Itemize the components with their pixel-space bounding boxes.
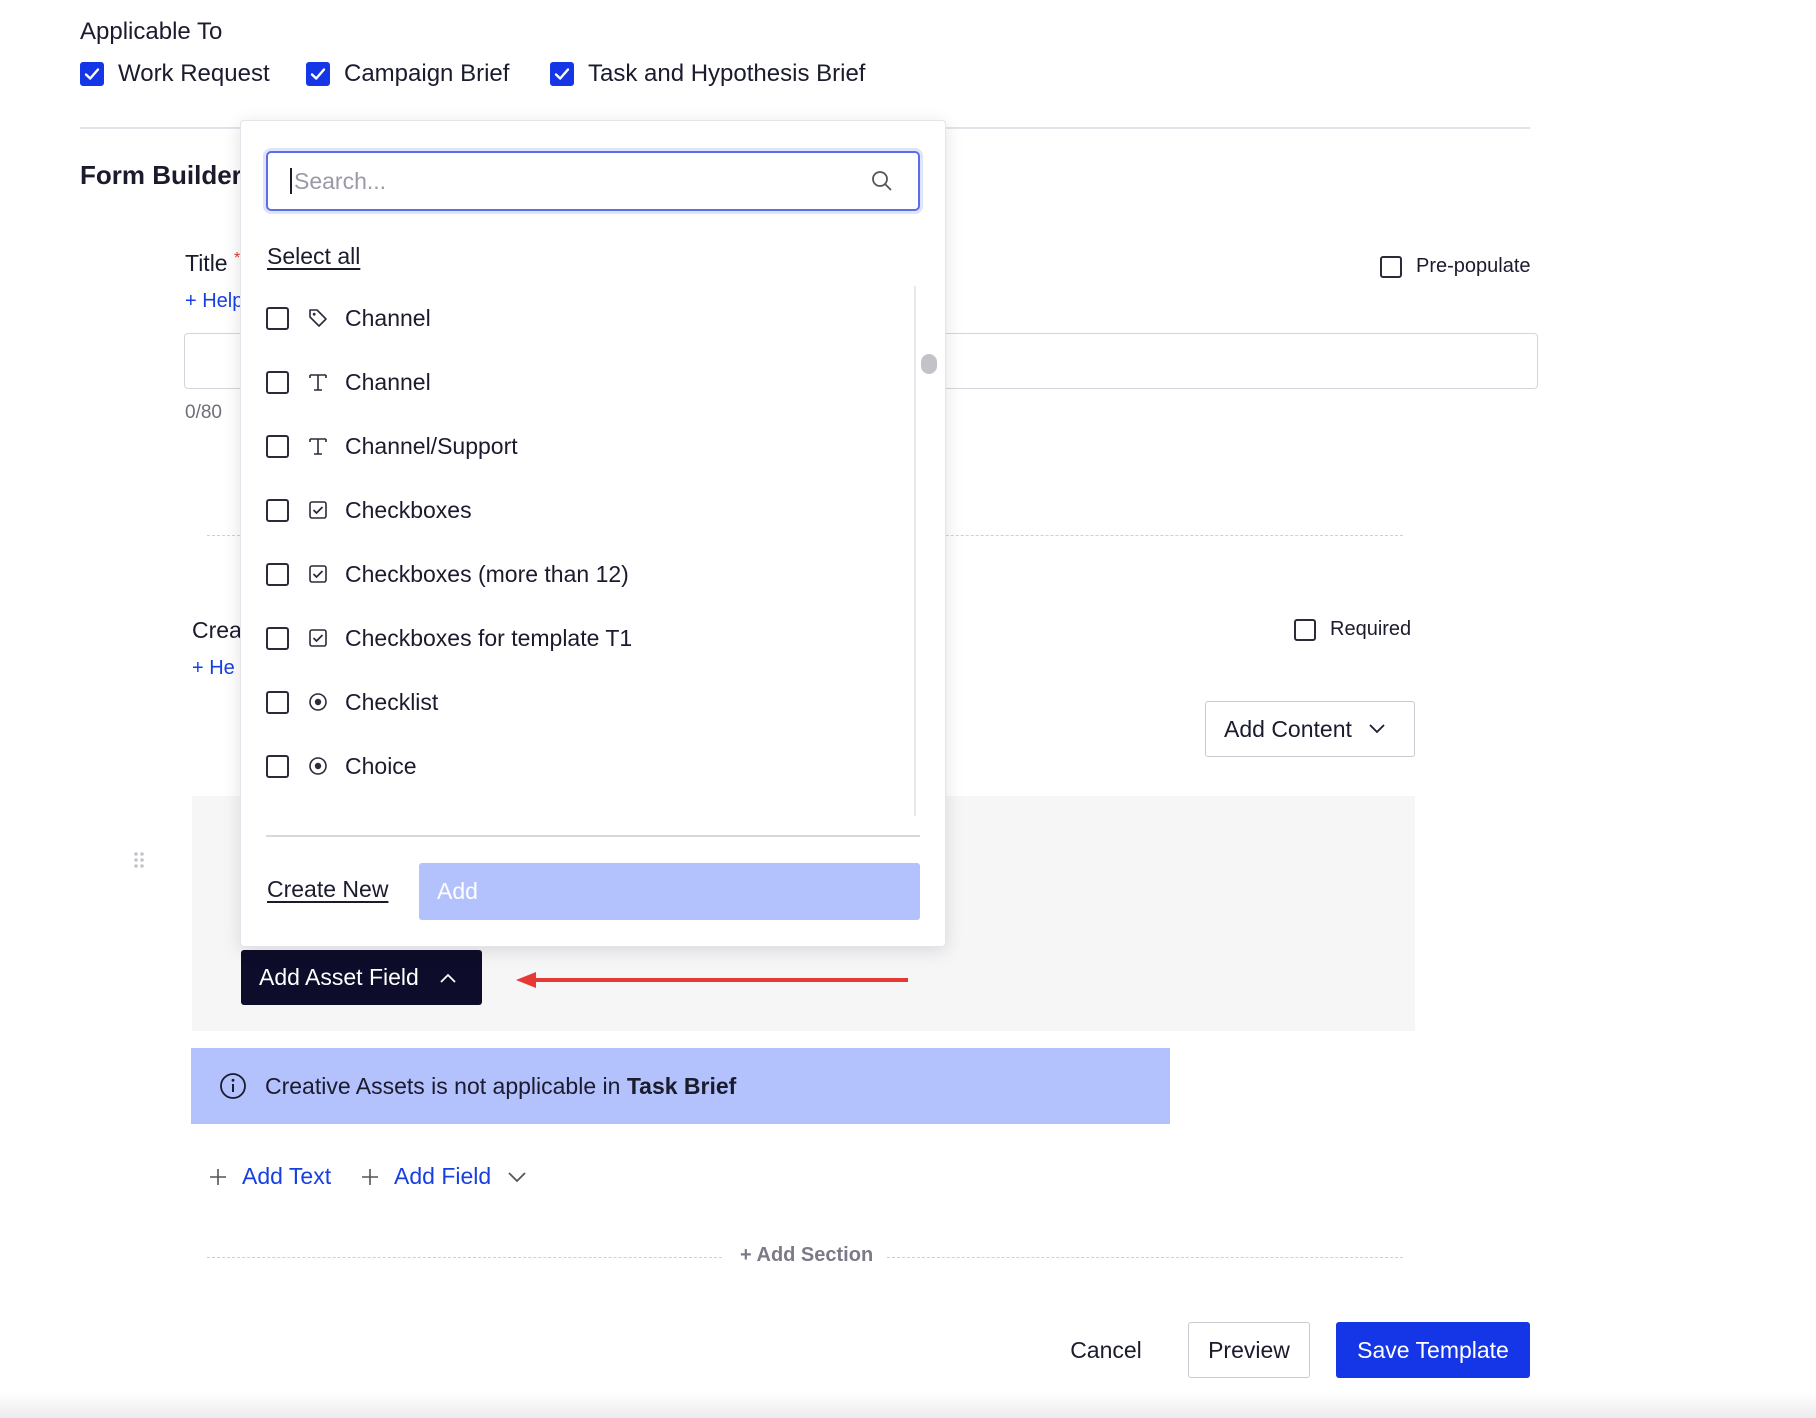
checkbox-icon[interactable] (266, 498, 289, 522)
preview-button[interactable]: Preview (1188, 1322, 1310, 1378)
list-item-label: Checkboxes (345, 496, 472, 523)
list-item-label: Checkboxes (more than 12) (345, 560, 629, 587)
asset-field-dropdown: Search... Select all Channel Channel Chann… (240, 120, 946, 947)
section-label: Crea (192, 617, 242, 643)
list-item[interactable]: Checklist (266, 687, 438, 717)
field-list: Channel Channel Channel/Support Checkboxes C… (241, 286, 945, 816)
create-new-link[interactable]: Create New (267, 876, 388, 903)
checkbox-icon (307, 563, 329, 585)
info-banner: Creative Assets is not applicable in Tas… (191, 1048, 1170, 1124)
list-item[interactable]: Checkboxes (266, 495, 472, 525)
title-help-link[interactable]: + Help (185, 290, 243, 313)
info-banner-prefix: Creative Assets is not applicable in (265, 1072, 627, 1099)
task-hypothesis-brief-label: Task and Hypothesis Brief (588, 60, 866, 87)
radio-icon (307, 691, 329, 713)
form-builder-title: Form Builder (80, 160, 242, 190)
add-text-label: Add Text (242, 1163, 332, 1189)
add-asset-field-label: Add Asset Field (259, 964, 419, 990)
radio-icon (307, 755, 329, 777)
add-field-label: Add Field (394, 1163, 492, 1189)
checkbox-icon (307, 499, 329, 521)
checkbox-icon (307, 627, 329, 649)
checkbox-checked-icon[interactable] (80, 62, 104, 86)
scrollbar-thumb[interactable] (921, 354, 937, 374)
checkbox-icon[interactable] (266, 434, 289, 458)
cancel-label: Cancel (1070, 1336, 1142, 1363)
add-asset-field-button[interactable]: Add Asset Field (241, 950, 482, 1005)
text-icon (307, 371, 329, 393)
text-icon (307, 435, 329, 457)
search-input[interactable]: Search... (266, 151, 920, 211)
info-banner-bold: Task Brief (626, 1072, 737, 1099)
required-toggle[interactable]: Required (1294, 618, 1411, 641)
applicable-to-label: Applicable To (80, 18, 223, 45)
title-char-count: 0/80 (185, 402, 222, 423)
scrollbar-track[interactable] (914, 286, 916, 816)
add-section-divider-left (207, 1257, 722, 1258)
applicable-work-request[interactable]: Work Request (80, 60, 270, 88)
required-label: Required (1330, 618, 1412, 640)
list-item-label: Checkboxes for template T1 (345, 624, 633, 651)
cancel-button[interactable]: Cancel (1050, 1322, 1162, 1378)
checkbox-icon[interactable] (266, 306, 289, 330)
dropdown-divider (266, 835, 920, 837)
title-field-label: Title * (185, 250, 240, 277)
list-item[interactable]: Checkboxes (more than 12) (266, 559, 629, 589)
annotation-arrow (514, 968, 910, 997)
checkbox-icon[interactable] (266, 626, 289, 650)
prepopulate-toggle[interactable]: Pre-populate (1380, 255, 1531, 278)
chevron-up-icon (440, 973, 456, 983)
list-item[interactable]: Channel (266, 303, 431, 333)
work-request-label: Work Request (118, 60, 270, 87)
preview-label: Preview (1208, 1336, 1290, 1363)
add-section-link[interactable]: + Add Section (740, 1244, 873, 1267)
checkbox-checked-icon[interactable] (550, 62, 574, 86)
applicable-task-hypothesis-brief[interactable]: Task and Hypothesis Brief (550, 60, 865, 88)
list-item-label: Channel (345, 304, 431, 331)
chevron-down-icon (1369, 724, 1385, 734)
checkbox-icon[interactable] (1380, 255, 1402, 278)
checkbox-icon[interactable] (266, 370, 289, 394)
prepopulate-label: Pre-populate (1416, 255, 1531, 277)
info-icon (220, 1073, 246, 1099)
checkbox-checked-icon[interactable] (306, 62, 330, 86)
tag-icon (307, 307, 329, 329)
save-template-button[interactable]: Save Template (1336, 1322, 1530, 1378)
add-button[interactable]: Add (419, 863, 920, 920)
plus-icon (210, 1168, 226, 1185)
bottom-shadow (0, 1392, 1816, 1418)
plus-icon (362, 1168, 378, 1185)
add-text-button[interactable]: Add Text (208, 1163, 331, 1190)
list-item-label: Checklist (345, 688, 439, 715)
chevron-down-icon (508, 1171, 526, 1182)
list-item[interactable]: Channel (266, 367, 431, 397)
section-help-link[interactable]: + He (192, 657, 235, 680)
list-item[interactable]: Channel/Support (266, 431, 518, 461)
list-item-label: Channel/Support (345, 432, 518, 459)
list-item-label: Channel (345, 368, 431, 395)
checkbox-icon[interactable] (1294, 618, 1316, 641)
add-content-button[interactable]: Add Content (1205, 701, 1415, 757)
list-item-label: Choice (345, 752, 417, 779)
add-label: Add (437, 878, 478, 904)
save-template-label: Save Template (1357, 1336, 1509, 1363)
list-item[interactable]: Choice (266, 751, 417, 781)
list-item[interactable]: Checkboxes for template T1 (266, 623, 632, 653)
info-banner-text: Creative Assets is not applicable in Tas… (265, 1073, 736, 1100)
applicable-campaign-brief[interactable]: Campaign Brief (306, 60, 509, 88)
checkbox-icon[interactable] (266, 754, 289, 778)
title-label: Title (185, 250, 228, 276)
search-placeholder: Search... (294, 167, 387, 194)
search-icon (872, 171, 892, 191)
add-field-button[interactable]: Add Field (360, 1163, 527, 1190)
select-all-link[interactable]: Select all (267, 243, 360, 270)
checkbox-icon[interactable] (266, 690, 289, 714)
drag-handle-icon[interactable] (133, 852, 145, 873)
campaign-brief-label: Campaign Brief (344, 60, 510, 87)
checkbox-icon[interactable] (266, 562, 289, 586)
add-section-divider-right (887, 1257, 1403, 1258)
search-caret (290, 168, 292, 194)
add-content-label: Add Content (1224, 715, 1352, 742)
